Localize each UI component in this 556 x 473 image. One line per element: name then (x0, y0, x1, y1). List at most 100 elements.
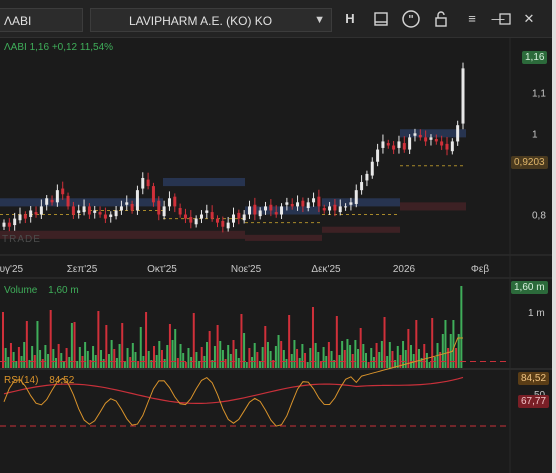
volume-bar (190, 357, 193, 368)
volume-bar (163, 359, 166, 368)
volume-bar (17, 347, 20, 368)
instrument-selector[interactable]: LAVIPHARM A.E. (KO) KO ▼ (90, 8, 332, 32)
zone-box (83, 198, 163, 207)
zone-box (322, 226, 400, 233)
volume-bar (60, 353, 63, 368)
candle-body (7, 222, 11, 227)
candle-body (221, 221, 225, 227)
volume-bar (407, 329, 410, 368)
volume-bar (131, 343, 134, 368)
candle-body (461, 68, 465, 124)
volume-bar (325, 356, 328, 368)
volume-bar (160, 350, 163, 368)
candle-body (248, 206, 252, 215)
time-axis-tick: 2026 (393, 264, 416, 275)
volume-bar (216, 325, 219, 368)
candle-body (456, 125, 460, 142)
volume-bar (372, 357, 375, 368)
volume-bar (76, 361, 79, 368)
unlock-icon[interactable] (432, 8, 450, 30)
volume-legend: Volume 1,60 m (4, 285, 79, 296)
svg-text:": " (408, 13, 414, 26)
menu-icon[interactable]: ≡ (463, 8, 481, 30)
rsi-value-tag: 84,52 (518, 372, 550, 385)
candle-body (285, 202, 289, 205)
volume-bar (298, 358, 301, 368)
volume-bar (137, 361, 140, 368)
close-icon[interactable]: ✕ (521, 8, 537, 30)
candle-body (71, 206, 75, 215)
volume-bar (309, 348, 312, 368)
candle-body (450, 141, 454, 152)
volume-bar (423, 344, 426, 368)
volume-bar (62, 362, 65, 368)
chart-area[interactable]: 1,1 1 0,8 Αυγ'25 Σεπ'25 Οκτ'25 Νοε'25 Δεκ'25 202… (0, 38, 552, 473)
volume-bar (417, 349, 420, 368)
volume-bar (441, 334, 444, 368)
volume-bar (20, 356, 23, 368)
candle-body (66, 195, 70, 207)
quote-icon[interactable]: " (400, 8, 422, 30)
volume-bar (391, 351, 394, 368)
candle-body (50, 199, 54, 203)
chart-canvas[interactable]: 1,1 1 0,8 Αυγ'25 Σεπ'25 Οκτ'25 Νοε'25 Δεκ'25 202… (0, 38, 552, 473)
candle-body (253, 204, 257, 215)
candle-body (408, 137, 412, 150)
candle-body (215, 218, 219, 223)
volume-bar (237, 358, 240, 368)
candle-body (429, 137, 433, 140)
candle-body (205, 210, 209, 213)
candle-body (274, 212, 278, 215)
maximize-icon[interactable] (497, 8, 513, 30)
volume-bar (375, 343, 378, 368)
volume-bar (354, 340, 357, 368)
volume-bar (134, 352, 137, 368)
volume-bar (449, 334, 452, 368)
candle-body (322, 208, 326, 211)
candle-body (349, 202, 353, 205)
volume-bar (47, 354, 50, 368)
candle-body (370, 161, 374, 176)
volume-bar (447, 348, 450, 368)
volume-bar (370, 348, 373, 368)
volume-bar (12, 352, 15, 368)
candle-body (397, 141, 401, 148)
volume-bar (182, 353, 185, 368)
candle-body (333, 204, 337, 211)
candle-body (210, 212, 214, 219)
candle-body (280, 206, 284, 215)
volume-bar (362, 344, 365, 368)
volume-bar (179, 344, 182, 368)
candle-body (413, 133, 417, 136)
zone-box (163, 230, 245, 239)
volume-bar (386, 356, 389, 368)
volume-bar (219, 341, 222, 368)
volume-bar (335, 316, 338, 368)
h-icon[interactable]: H (341, 8, 359, 30)
volume-bar (460, 286, 463, 368)
volume-bar (65, 348, 68, 368)
volume-bar (174, 329, 177, 368)
layout-icon[interactable] (371, 8, 391, 30)
candle-body (157, 200, 161, 215)
volume-bar (171, 340, 174, 368)
candle-body (242, 214, 246, 221)
volume-bar (235, 349, 238, 368)
candle-body (338, 206, 342, 213)
price-legend: ΛΑΒΙ 1,16 +0,12 11,54% (4, 42, 114, 53)
candle-body (173, 196, 177, 207)
chevron-down-icon[interactable]: ▼ (314, 14, 325, 26)
volume-bar (455, 348, 458, 368)
volume-bar (206, 342, 209, 368)
volume-bar (285, 359, 288, 368)
volume-bar (341, 341, 344, 368)
volume-bar (314, 343, 317, 368)
candle-body (301, 200, 305, 207)
candle-body (418, 134, 422, 138)
volume-bar (187, 348, 190, 368)
volume-bar (9, 343, 12, 368)
volume-bar (102, 359, 105, 368)
volume-last-tag: 1,60 m (511, 281, 548, 294)
volume-bar (288, 315, 291, 368)
symbol-input[interactable]: ΛΑΒΙ (0, 8, 83, 32)
